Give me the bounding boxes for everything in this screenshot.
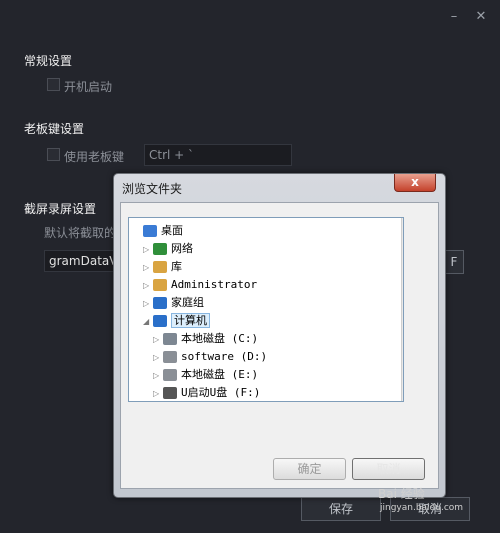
tree-item-label: U启动U盘 (F:) [181, 386, 261, 399]
dialog-cancel-button[interactable]: 取消 [352, 458, 425, 480]
capture-desc: 默认将截取的 [44, 226, 117, 240]
expanded-arrow-icon[interactable]: ◢ [143, 313, 153, 331]
save-button[interactable]: 保存 [301, 497, 381, 521]
tree-item[interactable]: 桌面 [133, 222, 183, 240]
capture-path-input[interactable]: gramDataV [44, 250, 117, 272]
library-icon [153, 261, 167, 273]
collapsed-arrow-icon[interactable]: ▷ [143, 277, 153, 295]
use-bosskey-label: 使用老板键 [64, 150, 125, 164]
system-drive-icon [163, 333, 177, 345]
startup-checkbox[interactable] [47, 78, 60, 91]
tree-item[interactable]: ▷ 本地磁盘 (C:) [153, 330, 258, 348]
browse-button[interactable]: F [444, 250, 464, 274]
minimize-icon[interactable]: – [447, 10, 461, 24]
drive-icon [163, 369, 177, 381]
tree-item-label: 本地磁盘 (C:) [181, 332, 259, 345]
settings-window: – ✕ 常规设置 开机启动 老板键设置 使用老板键 Ctrl + ` 截屏录屏设… [0, 0, 500, 533]
bosskey-hotkey-input[interactable]: Ctrl + ` [144, 144, 292, 166]
tree-item-label: 计算机 [171, 313, 210, 328]
network-icon [153, 243, 167, 255]
watermark-logo: Bai 经验 [378, 487, 425, 501]
tree-item-label: 桌面 [161, 224, 183, 237]
collapsed-arrow-icon[interactable]: ▷ [143, 295, 153, 313]
homegroup-icon [153, 297, 167, 309]
folder-tree[interactable]: 桌面 ▷ 网络 ▷ 库 ▷ Administrator ▷ 家庭组 ◢ 计算机 ▷ 本地磁盘 (C:) ▷… [128, 217, 404, 402]
tree-item-label: 本地磁盘 (E:) [181, 368, 259, 381]
collapsed-arrow-icon[interactable]: ▷ [143, 241, 153, 259]
dialog-close-button[interactable]: x [394, 174, 436, 192]
collapsed-arrow-icon[interactable]: ▷ [153, 385, 163, 401]
use-bosskey-checkbox[interactable] [47, 148, 60, 161]
scroll-up-icon[interactable]: ▲ [402, 218, 403, 232]
tree-item[interactable]: ▷ software (D:) [153, 348, 267, 366]
tree-item-label: Administrator [171, 278, 258, 291]
general-settings-title: 常规设置 [24, 54, 73, 68]
browse-folder-dialog: 浏览文件夹 x 桌面 ▷ 网络 ▷ 库 ▷ Administrator ▷ 家庭组 ◢ 计算机 ▷ 本地… [113, 173, 446, 498]
dialog-title: 浏览文件夹 [122, 182, 183, 196]
tree-item-label: 网络 [171, 242, 193, 255]
tree-scrollbar[interactable]: ▲ ▼ [401, 218, 403, 401]
close-icon[interactable]: ✕ [474, 10, 488, 24]
watermark-url: jingyan.baidu.com [380, 503, 464, 513]
tree-item-label: software (D:) [181, 350, 268, 363]
tree-item[interactable]: ◢ 计算机 [143, 312, 210, 330]
collapsed-arrow-icon[interactable]: ▷ [153, 367, 163, 385]
collapsed-arrow-icon[interactable]: ▷ [153, 349, 163, 367]
usb-drive-icon [163, 387, 177, 399]
startup-label: 开机启动 [64, 80, 113, 94]
drive-icon [163, 351, 177, 363]
tree-item[interactable]: ▷ 本地磁盘 (E:) [153, 366, 258, 384]
tree-item-label: 家庭组 [171, 296, 204, 309]
desktop-icon [143, 225, 157, 237]
collapsed-arrow-icon[interactable]: ▷ [153, 331, 163, 349]
computer-icon [153, 315, 167, 327]
tree-item-label: 库 [171, 260, 182, 273]
scroll-down-icon[interactable]: ▼ [402, 387, 403, 401]
bosskey-settings-title: 老板键设置 [24, 122, 85, 136]
tree-item[interactable]: ▷ 网络 [143, 240, 193, 258]
user-folder-icon [153, 279, 167, 291]
tree-item[interactable]: ▷ 库 [143, 258, 182, 276]
ok-button[interactable]: 确定 [273, 458, 346, 480]
tree-item[interactable]: ▷ U启动U盘 (F:) [153, 384, 261, 401]
capture-settings-title: 截屏录屏设置 [24, 202, 97, 216]
collapsed-arrow-icon[interactable]: ▷ [143, 259, 153, 277]
tree-item[interactable]: ▷ Administrator [143, 276, 257, 294]
tree-item[interactable]: ▷ 家庭组 [143, 294, 204, 312]
